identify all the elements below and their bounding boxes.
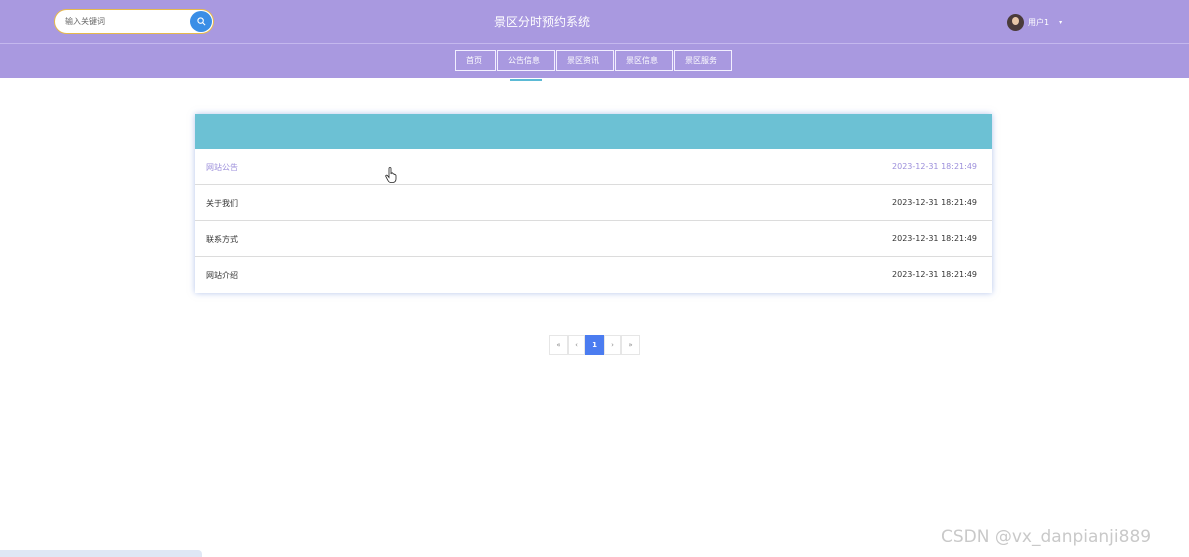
card-header — [195, 114, 992, 149]
chevron-down-icon: ▾ — [1059, 18, 1063, 26]
pagination: « ‹ 1 › » — [549, 335, 640, 355]
list-item-date: 2023-12-31 18:21:49 — [892, 198, 977, 207]
list-item[interactable]: 关于我们 2023-12-31 18:21:49 — [195, 185, 992, 221]
list-item-date: 2023-12-31 18:21:49 — [892, 162, 977, 171]
hand-cursor-icon — [385, 167, 397, 183]
list-item-date: 2023-12-31 18:21:49 — [892, 234, 977, 243]
nav-item-news[interactable]: 景区资讯 — [556, 50, 614, 71]
last-page-button[interactable]: » — [621, 335, 640, 355]
list-item[interactable]: 网站介绍 2023-12-31 18:21:49 — [195, 257, 992, 292]
list-item[interactable]: 网站公告 2023-12-31 18:21:49 — [195, 149, 992, 185]
list-item-title: 网站介绍 — [206, 271, 238, 280]
nav-item-scenic-info[interactable]: 景区信息 — [615, 50, 673, 71]
prev-page-button[interactable]: ‹ — [568, 335, 585, 355]
page-number[interactable]: 1 — [585, 335, 604, 355]
next-page-button[interactable]: › — [604, 335, 621, 355]
first-page-button[interactable]: « — [549, 335, 568, 355]
nav-item-home[interactable]: 首页 — [455, 50, 496, 71]
avatar — [1007, 13, 1024, 31]
watermark: CSDN @vx_danpianji889 — [941, 527, 1152, 547]
user-menu[interactable]: 用户1 ▾ — [1007, 13, 1062, 31]
header: 景区分时预约系统 用户1 ▾ 首页 公告信息 景区资讯 景区信息 景区服务 — [0, 0, 1189, 81]
page-title: 景区分时预约系统 — [493, 15, 590, 29]
user-name: 用户1 — [1028, 17, 1050, 27]
nav-item-notices[interactable]: 公告信息 — [497, 50, 555, 81]
list-item-date: 2023-12-31 18:21:49 — [892, 270, 977, 279]
notice-list-card: 网站公告 2023-12-31 18:21:49 关于我们 2023-12-31… — [195, 114, 992, 293]
active-tab-indicator — [510, 79, 542, 81]
list-item-title: 关于我们 — [206, 199, 238, 208]
list-item[interactable]: 联系方式 2023-12-31 18:21:49 — [195, 221, 992, 257]
main-nav: 首页 公告信息 景区资讯 景区信息 景区服务 — [455, 50, 732, 81]
nav-item-services[interactable]: 景区服务 — [674, 50, 732, 71]
list-item-title: 联系方式 — [206, 235, 238, 244]
header-top-bar: 景区分时预约系统 用户1 ▾ — [0, 0, 1189, 44]
browser-status-bar — [0, 550, 202, 557]
list-item-title: 网站公告 — [206, 163, 238, 172]
